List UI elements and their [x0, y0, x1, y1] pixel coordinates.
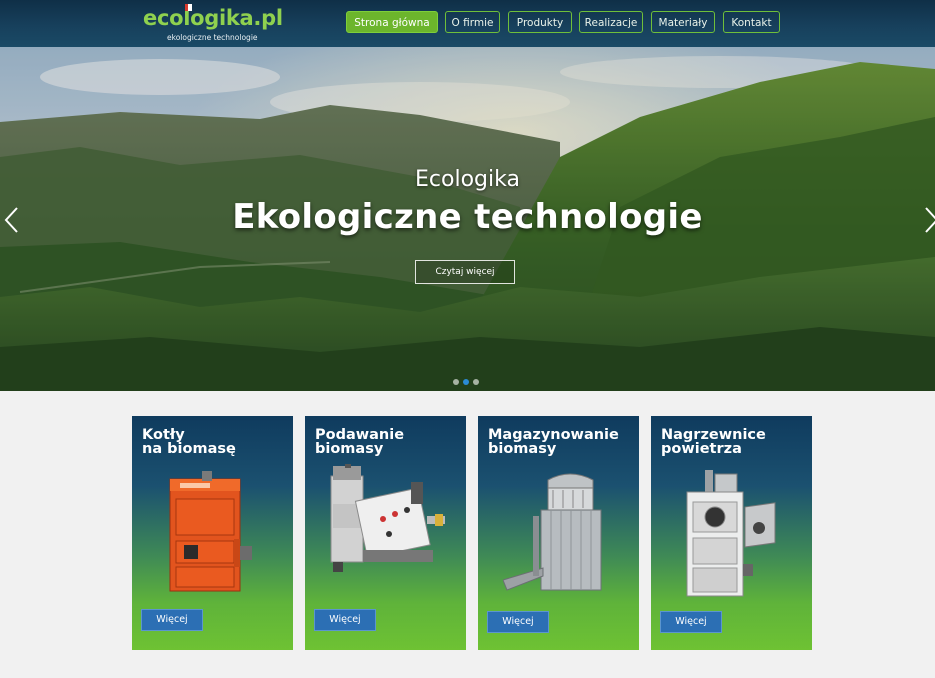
nav-projects[interactable]: Realizacje: [579, 11, 643, 33]
hero-subtitle: Ecologika: [415, 167, 520, 192]
card-title: Nagrzewnice powietrza: [661, 427, 766, 457]
more-button[interactable]: Więcej: [314, 609, 376, 631]
card-title: Magazynowanie biomasy: [488, 427, 619, 457]
site-header: ecologika.pl ekologiczne technologie Str…: [0, 0, 935, 48]
site-logo[interactable]: ecologika.pl ekologiczne technologie: [143, 4, 283, 44]
nav-materials[interactable]: Materiały: [651, 11, 715, 33]
biomass-silo-image: [503, 473, 602, 591]
slider-dot-3[interactable]: [473, 379, 479, 385]
leaf-flag-icon: [185, 4, 192, 11]
biomass-feeder-image: [330, 464, 445, 572]
slider-dot-1[interactable]: [453, 379, 459, 385]
logo-tagline: ekologiczne technologie: [167, 33, 258, 42]
card-biomass-feeding[interactable]: Podawanie biomasy Więcej: [305, 416, 466, 650]
card-title: Podawanie biomasy: [315, 427, 405, 457]
nav-products[interactable]: Produkty: [508, 11, 572, 33]
hero-slider: Ecologika Ekologiczne technologie Czytaj…: [0, 47, 935, 391]
more-button[interactable]: Więcej: [141, 609, 203, 631]
card-biomass-boilers[interactable]: Kotły na biomasę Więcej: [132, 416, 293, 650]
more-button[interactable]: Więcej: [487, 611, 549, 633]
biomass-boiler-image: [169, 471, 252, 592]
air-heater-image: [686, 470, 776, 597]
card-biomass-storage[interactable]: Magazynowanie biomasy Więcej: [478, 416, 639, 650]
more-button[interactable]: Więcej: [660, 611, 722, 633]
card-title: Kotły na biomasę: [142, 427, 236, 457]
chevron-right-icon[interactable]: [922, 205, 935, 235]
card-air-heaters[interactable]: Nagrzewnice powietrza Więcej: [651, 416, 812, 650]
read-more-button[interactable]: Czytaj więcej: [415, 260, 515, 284]
logo-name: ecologika.pl: [143, 6, 283, 30]
nav-home[interactable]: Strona główna: [346, 11, 438, 33]
chevron-left-icon[interactable]: [3, 205, 21, 235]
nav-contact[interactable]: Kontakt: [723, 11, 780, 33]
nav-about[interactable]: O firmie: [445, 11, 500, 33]
hero-title: Ekologiczne technologie: [232, 197, 703, 237]
slider-dot-2[interactable]: [463, 379, 469, 385]
